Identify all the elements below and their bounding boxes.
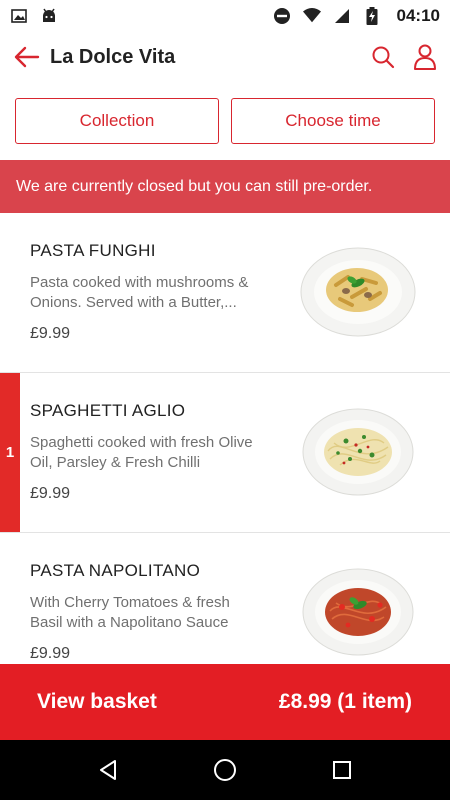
menu-item-pasta-funghi[interactable]: PASTA FUNGHI Pasta cooked with mushrooms… bbox=[0, 213, 450, 373]
menu-item-name: PASTA FUNGHI bbox=[30, 241, 156, 260]
choose-time-button[interactable]: Choose time bbox=[231, 98, 435, 144]
recents-square-icon[interactable] bbox=[322, 750, 362, 790]
view-basket-label: View basket bbox=[37, 690, 157, 713]
menu-item-name: PASTA NAPOLITANO bbox=[30, 561, 201, 580]
status-bar: 04:10 bbox=[0, 0, 450, 32]
description-line: Basil with a Napolitano Sauce bbox=[30, 614, 229, 631]
menu-item-price: £9.99 bbox=[30, 485, 71, 502]
home-circle-icon[interactable] bbox=[205, 750, 245, 790]
description-line: With Cherry Tomatoes & fresh bbox=[30, 594, 230, 611]
menu-item-description: Pasta cooked with mushrooms & Onions. Se… bbox=[30, 273, 290, 313]
menu-item-description: Spaghetti cooked with fresh Olive Oil, P… bbox=[30, 433, 290, 473]
pasta-funghi-dish-image bbox=[300, 247, 416, 337]
closed-notice-banner: We are currently closed but you can stil… bbox=[0, 160, 450, 213]
menu-item-pasta-napolitano[interactable]: PASTA NAPOLITANO With Cherry Tomatoes & … bbox=[0, 533, 450, 668]
battery-charging-icon bbox=[363, 7, 381, 25]
basket-quantity-marker: 1 bbox=[0, 373, 20, 532]
menu-item-spaghetti-aglio[interactable]: 1 SPAGHETTI AGLIO Spaghetti cooked with … bbox=[0, 373, 450, 533]
view-basket-button[interactable]: View basket £8.99 (1 item) bbox=[0, 664, 450, 740]
do-not-disturb-icon bbox=[273, 7, 291, 25]
description-line: Onions. Served with a Butter,... bbox=[30, 294, 237, 311]
android-icon bbox=[40, 7, 58, 25]
signal-icon bbox=[333, 7, 351, 25]
arrow-left-icon[interactable] bbox=[12, 42, 42, 72]
collection-button[interactable]: Collection bbox=[15, 98, 219, 144]
restaurant-title: La Dolce Vita bbox=[50, 45, 176, 68]
clock: 04:10 bbox=[396, 6, 440, 25]
menu-list[interactable]: PASTA FUNGHI Pasta cooked with mushrooms… bbox=[0, 213, 450, 668]
gallery-icon bbox=[10, 7, 28, 25]
system-navigation-bar bbox=[0, 740, 450, 800]
basket-total: £8.99 (1 item) bbox=[278, 690, 412, 713]
pasta-napolitano-dish-image bbox=[302, 568, 414, 656]
description-line: Spaghetti cooked with fresh Olive bbox=[30, 434, 253, 451]
menu-item-price: £9.99 bbox=[30, 325, 71, 342]
menu-item-price: £9.99 bbox=[30, 645, 71, 662]
description-line: Oil, Parsley & Fresh Chilli bbox=[30, 454, 201, 471]
person-icon[interactable] bbox=[410, 42, 440, 72]
app-bar: La Dolce Vita bbox=[0, 32, 450, 82]
description-line: Pasta cooked with mushrooms & bbox=[30, 274, 249, 291]
order-mode-selector: Collection Choose time bbox=[15, 98, 435, 144]
menu-item-description: With Cherry Tomatoes & fresh Basil with … bbox=[30, 593, 290, 633]
back-triangle-icon[interactable] bbox=[88, 750, 128, 790]
spaghetti-aglio-dish-image bbox=[302, 408, 414, 496]
menu-item-name: SPAGHETTI AGLIO bbox=[30, 401, 186, 420]
search-icon[interactable] bbox=[368, 42, 398, 72]
wifi-icon bbox=[302, 7, 321, 25]
